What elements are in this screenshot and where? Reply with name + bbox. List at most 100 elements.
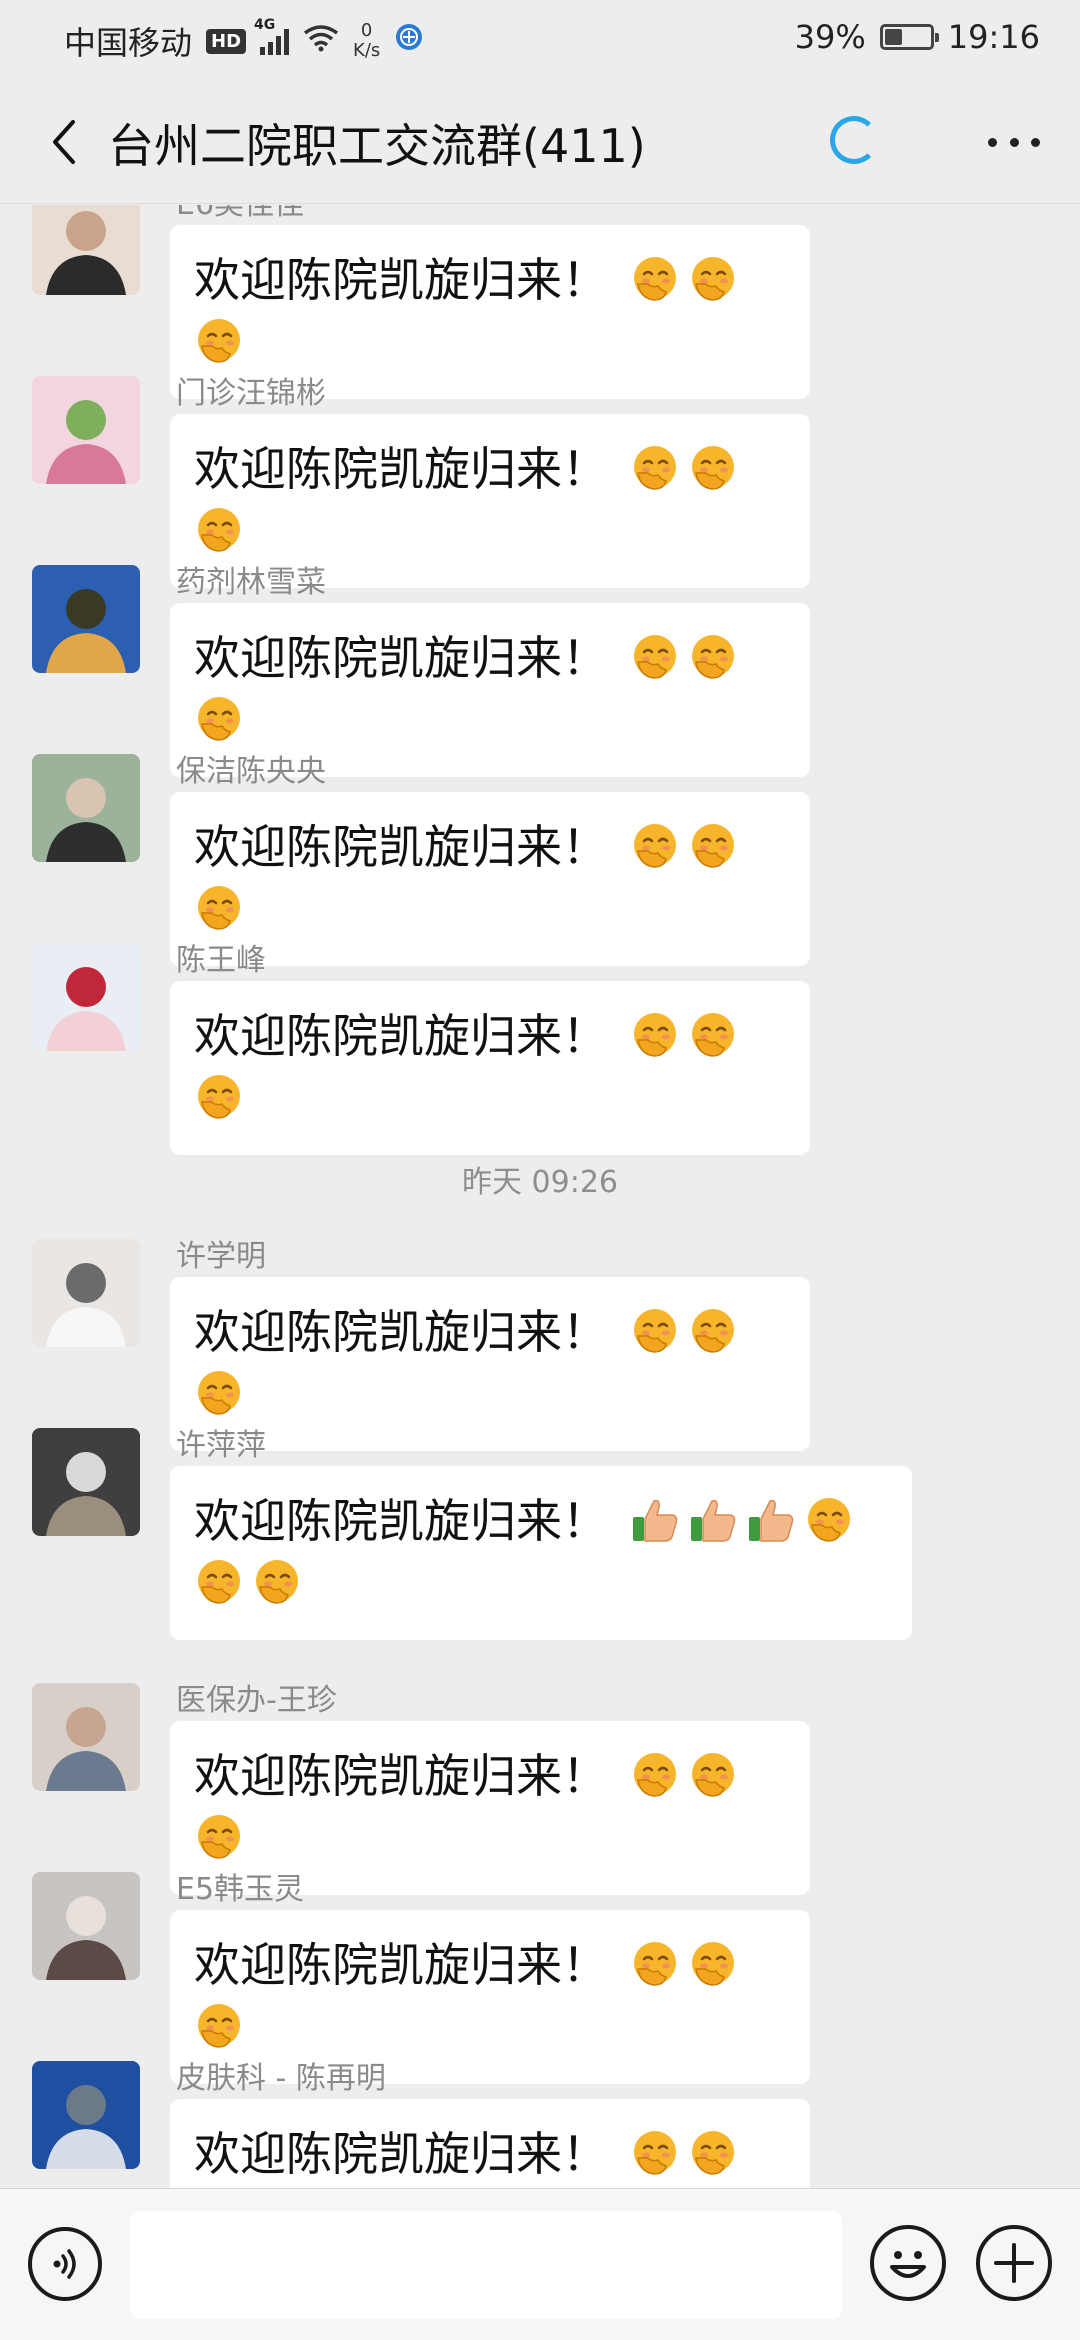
hand-over-mouth-icon xyxy=(630,1749,688,1803)
avatar[interactable] xyxy=(32,1683,140,1791)
message-item: 陈王峰欢迎陈院凯旋归来！ xyxy=(0,931,1080,1155)
hand-over-mouth-icon xyxy=(630,1009,688,1063)
avatar[interactable] xyxy=(32,1428,140,1536)
message-text: 欢迎陈院凯旋归来！ xyxy=(194,1749,608,1803)
message-bubble[interactable]: 欢迎陈院凯旋归来！ xyxy=(170,2099,810,2188)
message-text: 欢迎陈院凯旋归来！ xyxy=(194,253,608,307)
message-item: 保洁陈央央欢迎陈院凯旋归来！ xyxy=(0,742,1080,966)
voice-icon xyxy=(53,2249,76,2279)
sender-name: 许学明 xyxy=(176,1239,266,1274)
message-text: 欢迎陈院凯旋归来！ xyxy=(194,1494,608,1548)
message-item: 药剂林雪菜欢迎陈院凯旋归来！ xyxy=(0,553,1080,777)
hand-over-mouth-icon xyxy=(630,820,688,874)
hand-over-mouth-icon xyxy=(194,1811,252,1865)
sender-name: 保洁陈央央 xyxy=(176,754,326,789)
net-speed: 0 K/s xyxy=(353,21,380,61)
avatar[interactable] xyxy=(32,1872,140,1980)
plus-icon xyxy=(994,2243,1034,2283)
net-speed-value: 0 xyxy=(360,20,373,41)
status-right: 39% 19:16 xyxy=(795,18,1040,56)
spinner-icon xyxy=(830,116,878,164)
message-text: 欢迎陈院凯旋归来！ xyxy=(194,1938,608,1992)
battery-icon xyxy=(879,24,939,50)
avatar[interactable] xyxy=(32,205,140,295)
more-dot xyxy=(1009,137,1019,147)
sender-name: 陈王峰 xyxy=(176,943,266,978)
more-button[interactable] xyxy=(982,112,1046,172)
hand-over-mouth-icon xyxy=(194,2000,252,2054)
hd-icon: HD xyxy=(206,28,247,54)
hand-over-mouth-icon xyxy=(252,1556,310,1610)
hand-over-mouth-icon xyxy=(688,631,746,685)
sender-name: E6吴佳佳 xyxy=(176,205,304,223)
message-bubble[interactable]: 欢迎陈院凯旋归来！ xyxy=(170,981,810,1155)
sender-name: 门诊汪锦彬 xyxy=(176,376,326,411)
chevron-left-icon xyxy=(53,120,75,164)
battery-percent: 39% xyxy=(794,18,866,56)
status-bar: 中国移动 HD 4G 0 K/s 39% 19:16 xyxy=(0,0,1080,76)
hand-over-mouth-icon xyxy=(194,315,252,369)
message-item: 医保办-王珍欢迎陈院凯旋归来！ xyxy=(0,1671,1080,1895)
message-item: E6吴佳佳欢迎陈院凯旋归来！ xyxy=(0,205,1080,399)
hand-over-mouth-icon xyxy=(630,442,688,496)
hand-over-mouth-icon xyxy=(688,442,746,496)
more-dots-icon xyxy=(988,137,997,147)
app-notification-icon xyxy=(394,22,424,60)
smiley-icon xyxy=(890,2251,926,2278)
hand-over-mouth-icon xyxy=(630,631,688,685)
message-text: 欢迎陈院凯旋归来！ xyxy=(194,1305,608,1359)
avatar[interactable] xyxy=(32,1239,140,1347)
hand-over-mouth-icon xyxy=(688,1938,746,1992)
status-left: 中国移动 HD 4G 0 K/s xyxy=(64,17,424,64)
hand-over-mouth-icon xyxy=(630,2127,688,2181)
avatar[interactable] xyxy=(32,376,140,484)
hand-over-mouth-icon xyxy=(630,1938,688,1992)
back-button[interactable] xyxy=(34,112,94,172)
message-item: 皮肤科 - 陈再明欢迎陈院凯旋归来！ xyxy=(0,2049,1080,2188)
avatar[interactable] xyxy=(32,2061,140,2169)
sender-name: 药剂林雪菜 xyxy=(176,565,326,600)
net-speed-unit: K/s xyxy=(353,40,381,61)
hand-over-mouth-icon xyxy=(194,882,252,936)
hand-over-mouth-icon xyxy=(194,1556,252,1610)
plus-button[interactable] xyxy=(976,2225,1052,2301)
message-bubble[interactable]: 欢迎陈院凯旋归来！ xyxy=(170,1466,912,1640)
message-input[interactable] xyxy=(130,2211,842,2319)
message-text: 欢迎陈院凯旋归来！ xyxy=(194,1009,608,1063)
input-bar xyxy=(0,2188,1080,2340)
signal-icon: 4G xyxy=(254,17,290,55)
emoji-button[interactable] xyxy=(870,2225,946,2301)
sender-name: E5韩玉灵 xyxy=(176,1872,305,1907)
message-item: E5韩玉灵欢迎陈院凯旋归来！ xyxy=(0,1860,1080,2084)
hand-over-mouth-icon xyxy=(688,1009,746,1063)
hand-over-mouth-icon xyxy=(804,1494,862,1548)
message-item: 门诊汪锦彬欢迎陈院凯旋归来！ xyxy=(0,364,1080,588)
hand-over-mouth-icon xyxy=(194,504,252,558)
hand-over-mouth-icon xyxy=(194,1367,252,1421)
message-text: 欢迎陈院凯旋归来！ xyxy=(194,442,608,496)
sender-name: 医保办-王珍 xyxy=(176,1683,337,1718)
avatar[interactable] xyxy=(32,754,140,862)
clock: 19:16 xyxy=(947,18,1040,56)
voice-button[interactable] xyxy=(28,2227,102,2301)
hand-over-mouth-icon xyxy=(194,693,252,747)
message-text: 欢迎陈院凯旋归来！ xyxy=(194,2127,608,2181)
more-dot xyxy=(1031,137,1040,147)
hand-over-mouth-icon xyxy=(630,253,688,307)
sender-name: 皮肤科 - 陈再明 xyxy=(176,2061,386,2096)
thumbs-up-icon xyxy=(630,1494,688,1548)
message-text: 欢迎陈院凯旋归来！ xyxy=(194,631,608,685)
message-text: 欢迎陈院凯旋归来！ xyxy=(194,820,608,874)
avatar[interactable] xyxy=(32,565,140,673)
message-item: 许萍萍 欢迎陈院凯旋归来！ xyxy=(0,1416,1080,1652)
hand-over-mouth-icon xyxy=(688,1749,746,1803)
wifi-icon xyxy=(303,22,339,60)
carrier-name: 中国移动 xyxy=(64,24,193,62)
hand-over-mouth-icon xyxy=(688,1305,746,1359)
thumbs-up-icon xyxy=(746,1494,804,1548)
avatar[interactable] xyxy=(32,943,140,1051)
message-list[interactable]: E6吴佳佳欢迎陈院凯旋归来！门诊汪锦彬欢迎陈院凯旋归来！药剂林雪菜欢迎陈院凯旋归… xyxy=(0,205,1080,2188)
chat-header: 台州二院职工交流群(411) xyxy=(0,76,1080,204)
hand-over-mouth-icon xyxy=(688,2127,746,2181)
battery-level-fill xyxy=(884,29,902,45)
